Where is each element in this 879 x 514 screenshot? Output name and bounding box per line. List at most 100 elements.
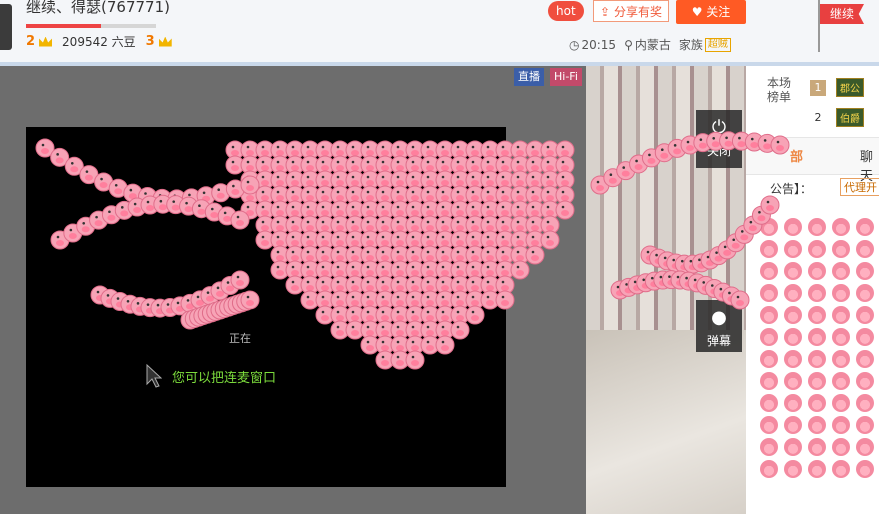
level-right: 3: [145, 34, 155, 49]
room-title: 继续、得瑟(767771): [26, 0, 170, 16]
rank-row[interactable]: 1 郡公: [810, 78, 864, 97]
hifi-tag: Hi-Fi: [550, 68, 582, 86]
pig-gift-icon: [856, 350, 874, 368]
pig-gift-icon: [784, 350, 802, 368]
pig-gift-icon: [808, 328, 826, 346]
pig-gift-icon: [832, 460, 850, 478]
pig-gift-icon: [856, 438, 874, 456]
heart-icon: ♥: [691, 5, 703, 19]
pig-gift-icon: [760, 306, 778, 324]
pig-gift-icon: [784, 284, 802, 302]
live-time: 20:15: [581, 37, 617, 52]
pig-gift-icon: [856, 416, 874, 434]
pig-gift-icon: [784, 394, 802, 412]
cursor-icon: [146, 364, 162, 388]
link-mic-hint: 您可以把连麦窗口: [172, 371, 277, 386]
pig-gift-icon: [784, 372, 802, 390]
pig-gift-icon: [832, 372, 850, 390]
danmu-toggle[interactable]: ● 弹幕: [696, 300, 742, 352]
close-button[interactable]: ⏻ 关闭: [696, 110, 742, 168]
beans-count: 209542 六豆: [62, 35, 136, 49]
notice-tag[interactable]: 代理开: [840, 178, 879, 196]
level-left: 2: [26, 34, 36, 49]
pig-gift-icon: [784, 306, 802, 324]
pig-gift-icon: [808, 438, 826, 456]
pig-gift-icon: [808, 262, 826, 280]
clock-icon: ◷: [569, 37, 580, 52]
share-icon: ⇪: [600, 5, 611, 19]
follow-label: 关注: [706, 5, 731, 19]
share-button[interactable]: ⇪ 分享有奖: [593, 0, 669, 22]
pig-gift-icon: [760, 394, 778, 412]
pig-gift-icon: [808, 350, 826, 368]
pig-gift-icon: [784, 416, 802, 434]
chat-notice: 公告】：: [770, 182, 813, 196]
power-icon: ⏻: [711, 117, 727, 138]
tab-all[interactable]: 部: [790, 146, 803, 165]
toggle-icon: ●: [711, 307, 727, 328]
danmu-label: 弹幕: [706, 334, 731, 348]
pig-gift-icon: [832, 394, 850, 412]
pig-gift-icon: [832, 262, 850, 280]
level-progress-bar: [26, 24, 156, 28]
pig-gift-icon: [760, 438, 778, 456]
pig-gift-icon: [808, 218, 826, 236]
pig-gift-icon: [856, 394, 874, 412]
rank-number: 1: [810, 79, 826, 96]
camera-floor: [586, 330, 746, 514]
gift-effect-wall: [760, 218, 879, 514]
pig-gift-icon: [784, 460, 802, 478]
pig-gift-icon: [856, 372, 874, 390]
room-meta: ◷ 20:15 ⚲ 内蒙古 家族 超贼: [569, 36, 731, 53]
pig-gift-icon: [760, 284, 778, 302]
rank-badge: 伯爵: [836, 108, 864, 127]
pig-gift-icon: [808, 460, 826, 478]
gift-grid: [760, 218, 879, 478]
anchor-avatar[interactable]: [0, 4, 12, 50]
live-tag: 直播: [514, 68, 544, 86]
pig-gift-icon: [832, 416, 850, 434]
crown-icon: [39, 36, 53, 47]
pig-gift-icon: [760, 460, 778, 478]
pig-gift-icon: [760, 240, 778, 258]
pig-gift-icon: [856, 460, 874, 478]
rank-row[interactable]: 2 伯爵: [810, 108, 864, 127]
loading-text: 正在: [229, 332, 251, 345]
pig-gift-icon: [808, 240, 826, 258]
rank-number: 2: [814, 110, 822, 124]
family-label: 家族: [678, 38, 703, 52]
pig-gift-icon: [808, 394, 826, 412]
pig-gift-icon: [760, 262, 778, 280]
pig-gift-icon: [832, 306, 850, 324]
family-badge[interactable]: 超贼: [704, 37, 731, 52]
room-header: 继续、得瑟(767771) 2 209542 六豆 3 hot ⇪ 分享有奖 ♥…: [0, 0, 879, 66]
crown-icon: [158, 36, 172, 47]
pig-gift-icon: [832, 350, 850, 368]
pig-gift-icon: [808, 372, 826, 390]
pig-gift-icon: [784, 262, 802, 280]
rank-title[interactable]: 本场榜单: [764, 76, 794, 104]
pig-gift-icon: [808, 416, 826, 434]
pig-gift-icon: [784, 218, 802, 236]
flag-pole: [818, 0, 820, 52]
pig-gift-icon: [784, 240, 802, 258]
pig-gift-icon: [856, 328, 874, 346]
pig-gift-icon: [832, 240, 850, 258]
hot-badge: hot: [548, 1, 584, 21]
pig-gift-icon: [784, 328, 802, 346]
pig-gift-icon: [808, 306, 826, 324]
flag-badge[interactable]: 继续: [820, 4, 864, 24]
pig-gift-icon: [856, 218, 874, 236]
video-player[interactable]: [26, 127, 506, 487]
pig-gift-icon: [760, 218, 778, 236]
room-stats: 2 209542 六豆 3: [26, 33, 172, 50]
rank-badge: 郡公: [836, 78, 864, 97]
pig-gift-icon: [760, 350, 778, 368]
level-progress-fill: [26, 24, 102, 28]
follow-button[interactable]: ♥ 关注: [676, 0, 746, 24]
pig-gift-icon: [784, 438, 802, 456]
pig-gift-icon: [856, 306, 874, 324]
pig-gift-icon: [760, 372, 778, 390]
pig-gift-icon: [856, 262, 874, 280]
location: 内蒙古: [634, 38, 671, 52]
